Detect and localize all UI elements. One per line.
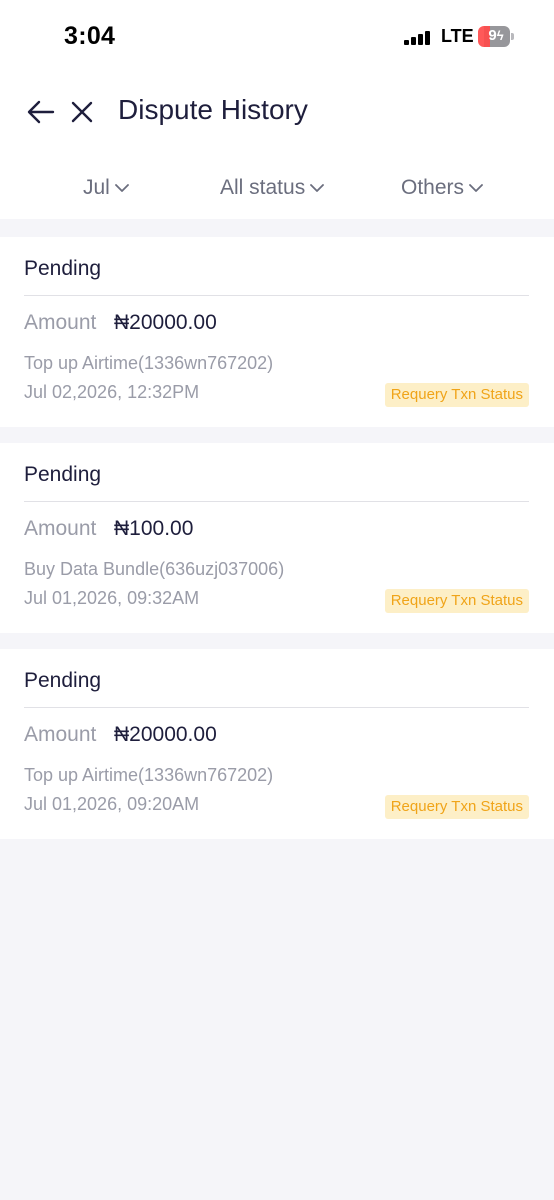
status-time: 3:04 xyxy=(64,22,116,50)
amount-label: Amount xyxy=(24,517,97,540)
dispute-card[interactable]: Pending Amount ₦20000.00 Top up Airtime(… xyxy=(0,237,554,427)
network-label: LTE xyxy=(441,26,474,46)
status-filter-label: All status xyxy=(220,176,306,199)
signal-icon xyxy=(404,31,434,45)
amount-value: ₦20000.00 xyxy=(114,311,217,334)
month-filter[interactable]: Jul xyxy=(83,170,129,206)
status-bar: 3:04 LTE 9ϟ xyxy=(0,0,554,72)
battery-icon: 9ϟ xyxy=(478,26,514,47)
transaction-date: Jul 02,2026, 12:32PM xyxy=(24,382,200,402)
requery-button[interactable]: Requery Txn Status xyxy=(384,589,529,613)
battery-level: 9 xyxy=(488,27,497,44)
chevron-down-icon xyxy=(114,184,129,192)
page-title: Dispute History xyxy=(118,94,308,125)
dispute-card[interactable]: Pending Amount ₦20000.00 Top up Airtime(… xyxy=(0,649,554,839)
type-filter-label: Others xyxy=(401,176,465,199)
transaction-description: Buy Data Bundle(636uzj037006) xyxy=(24,559,285,579)
header-area: 3:04 LTE 9ϟ Dispute History Jul All stat… xyxy=(0,0,554,219)
transaction-description: Top up Airtime(1336wn767202) xyxy=(24,765,274,785)
status-filter[interactable]: All status xyxy=(220,170,325,206)
dispute-status: Pending xyxy=(24,669,102,692)
close-icon[interactable] xyxy=(70,99,94,125)
chevron-down-icon xyxy=(310,184,325,192)
transaction-date: Jul 01,2026, 09:20AM xyxy=(24,794,200,814)
arrow-left-icon[interactable] xyxy=(26,98,56,126)
dispute-status: Pending xyxy=(24,463,102,486)
month-filter-label: Jul xyxy=(83,176,110,199)
transaction-date: Jul 01,2026, 09:32AM xyxy=(24,588,200,608)
transaction-description: Top up Airtime(1336wn767202) xyxy=(24,353,274,373)
dispute-status: Pending xyxy=(24,257,102,280)
amount-label: Amount xyxy=(24,723,97,746)
divider xyxy=(24,707,529,708)
type-filter[interactable]: Others xyxy=(401,170,483,206)
amount-value: ₦100.00 xyxy=(114,517,194,540)
amount-label: Amount xyxy=(24,311,97,334)
requery-button[interactable]: Requery Txn Status xyxy=(384,383,529,407)
nav-bar: Dispute History xyxy=(0,88,554,136)
dispute-card[interactable]: Pending Amount ₦100.00 Buy Data Bundle(6… xyxy=(0,443,554,633)
divider xyxy=(24,501,529,502)
divider xyxy=(24,295,529,296)
filter-bar: Jul All status Others xyxy=(0,170,554,206)
amount-value: ₦20000.00 xyxy=(114,723,217,746)
requery-button[interactable]: Requery Txn Status xyxy=(384,795,529,819)
chevron-down-icon xyxy=(469,184,483,192)
